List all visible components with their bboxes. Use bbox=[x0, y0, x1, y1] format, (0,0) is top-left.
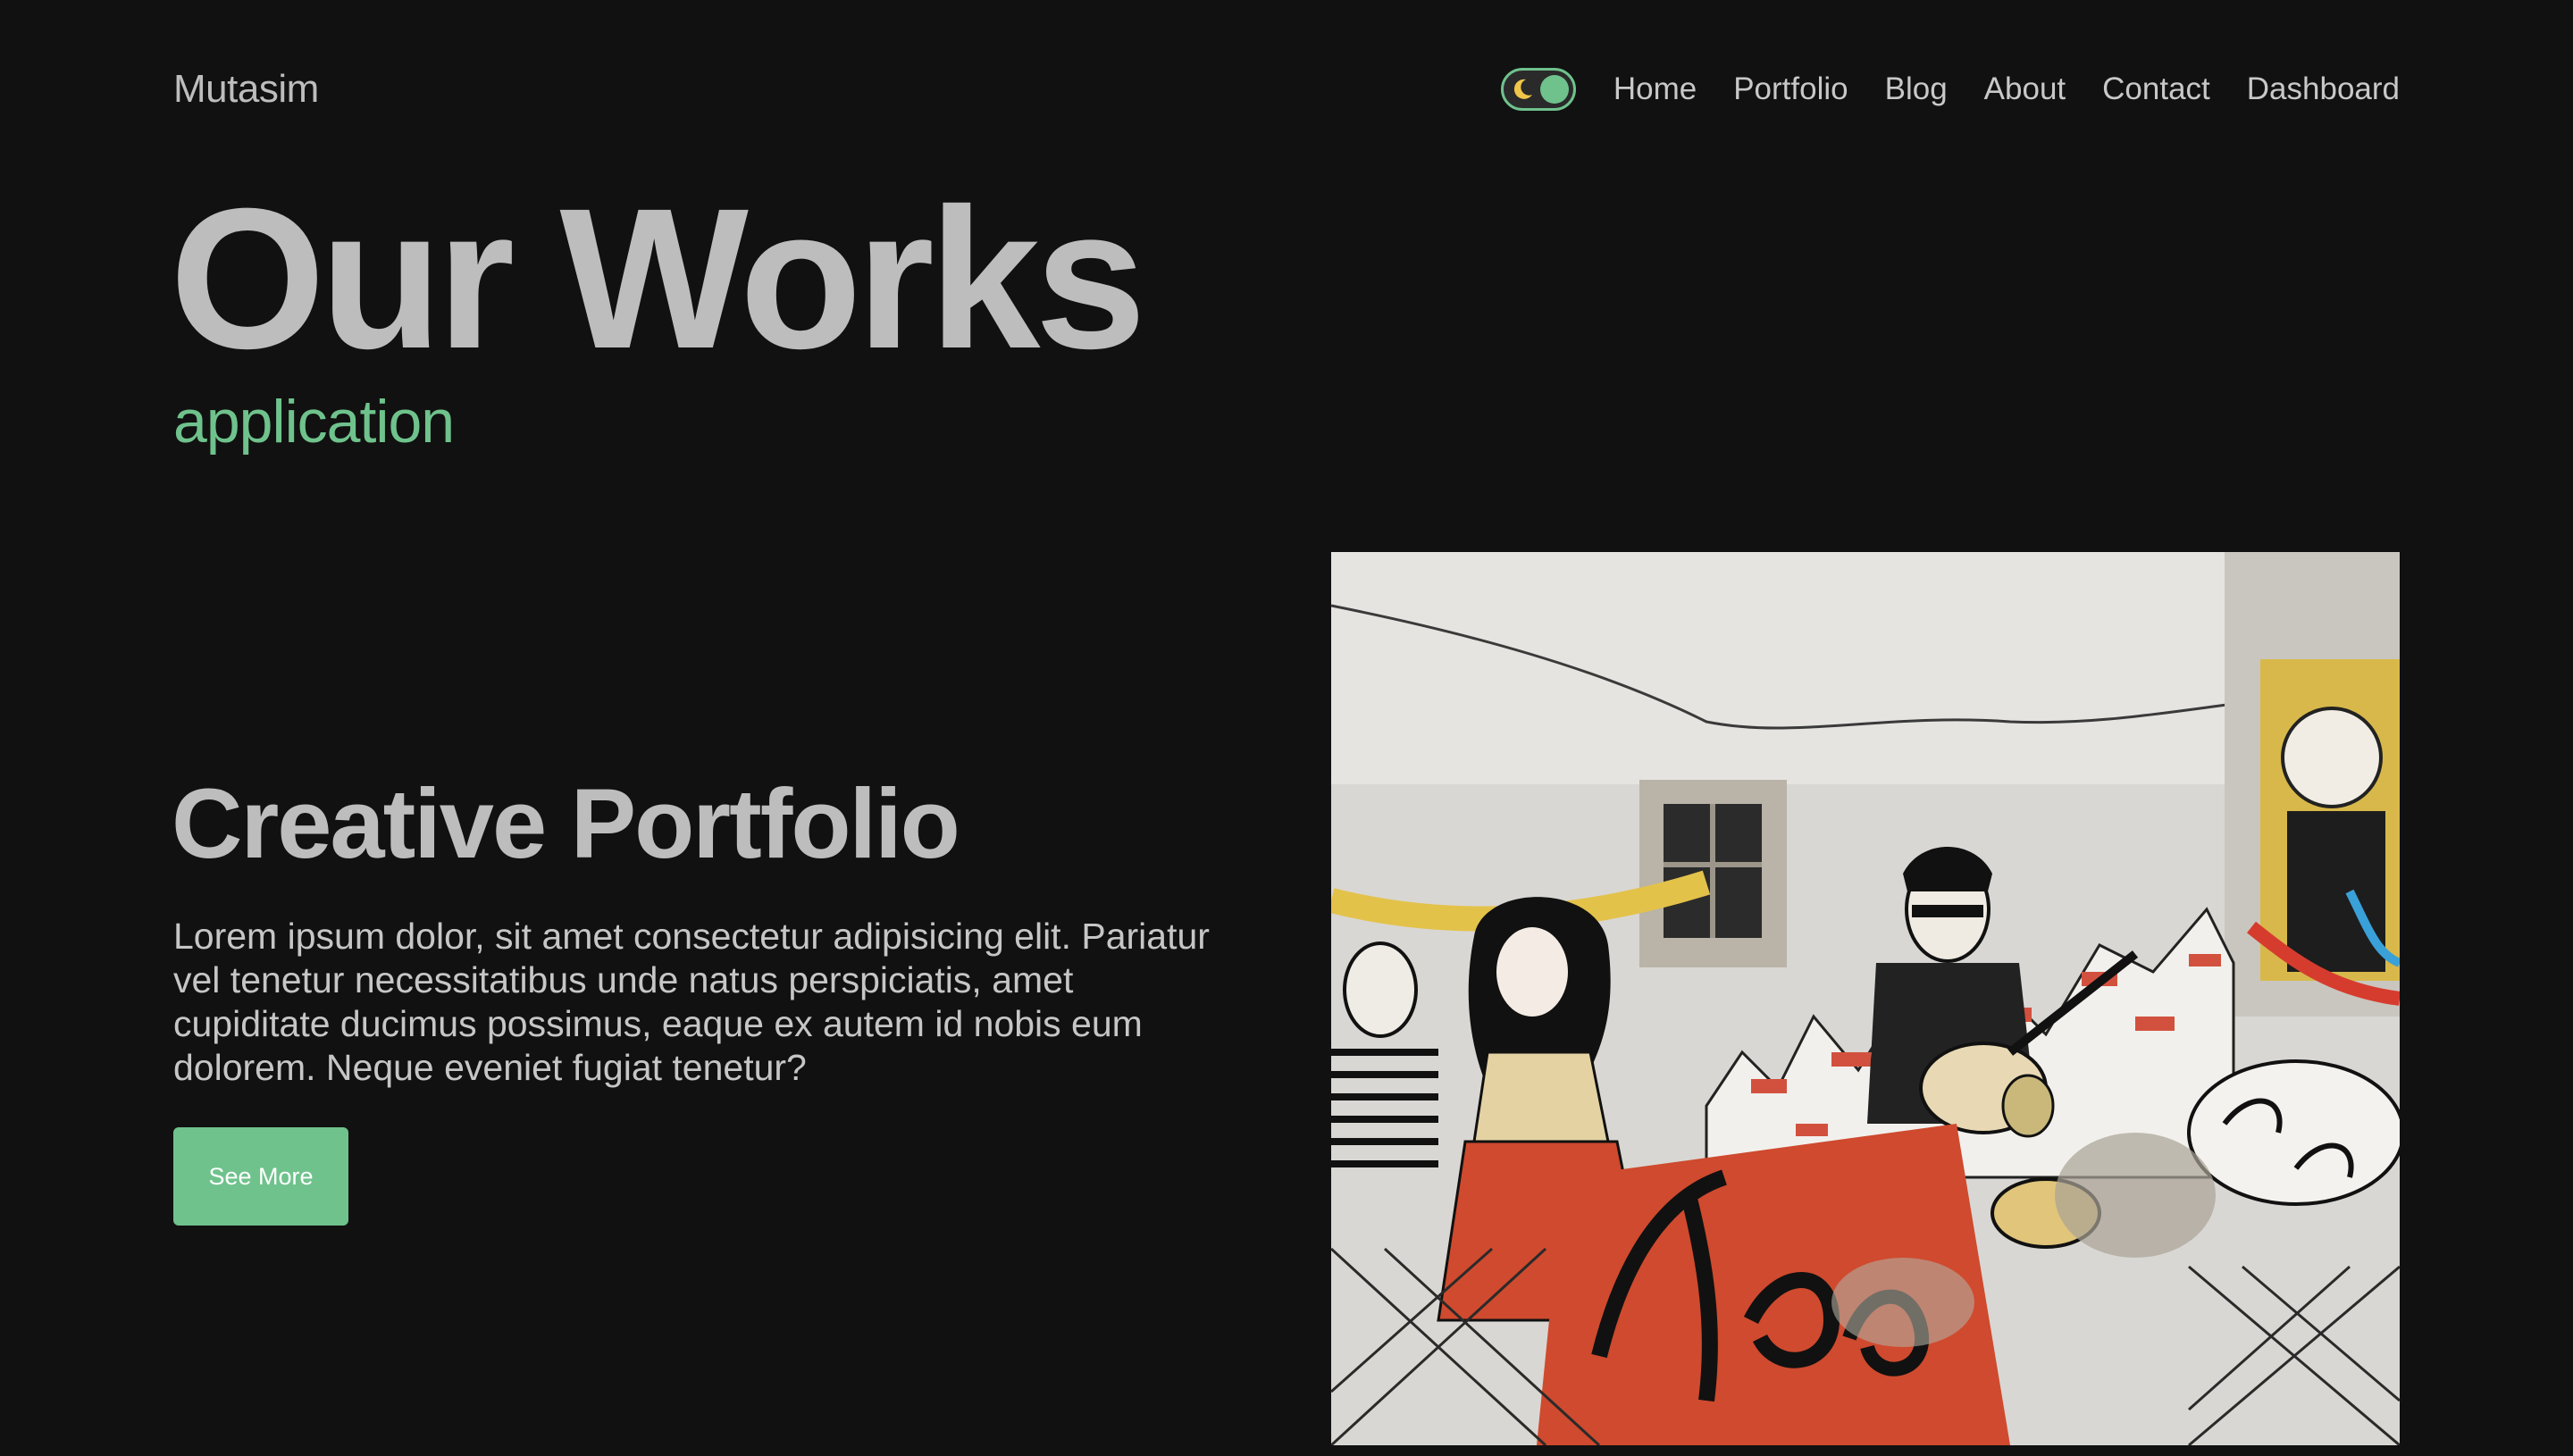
nav-link-contact[interactable]: Contact bbox=[2102, 71, 2210, 107]
nav-right: Home Portfolio Blog About Contact Dashbo… bbox=[1500, 68, 2400, 111]
theme-toggle[interactable] bbox=[1500, 68, 1576, 111]
brand-logo[interactable]: Mutasim bbox=[173, 67, 319, 112]
navbar: Mutasim Home Portfolio Blog About Contac… bbox=[173, 54, 2400, 125]
page-title: Our Works bbox=[170, 167, 1146, 390]
nav-link-about[interactable]: About bbox=[1984, 71, 2066, 107]
nav-link-portfolio[interactable]: Portfolio bbox=[1733, 71, 1848, 107]
nav-links: Home Portfolio Blog About Contact Dashbo… bbox=[1613, 71, 2400, 107]
project-title: Creative Portfolio bbox=[172, 769, 960, 879]
page-subtitle: application bbox=[173, 388, 455, 456]
toggle-knob bbox=[1539, 75, 1569, 104]
nav-link-dashboard[interactable]: Dashboard bbox=[2247, 71, 2400, 107]
project-image bbox=[1331, 552, 2400, 1445]
moon-icon bbox=[1513, 79, 1532, 99]
project-description: Lorem ipsum dolor, sit amet consectetur … bbox=[173, 916, 1210, 1088]
see-more-button[interactable]: See More bbox=[173, 1127, 348, 1226]
nav-link-home[interactable]: Home bbox=[1613, 71, 1697, 107]
nav-link-blog[interactable]: Blog bbox=[1885, 71, 1948, 107]
street-mural-illustration bbox=[1331, 552, 2400, 1445]
page: Mutasim Home Portfolio Blog About Contac… bbox=[0, 0, 2573, 1456]
